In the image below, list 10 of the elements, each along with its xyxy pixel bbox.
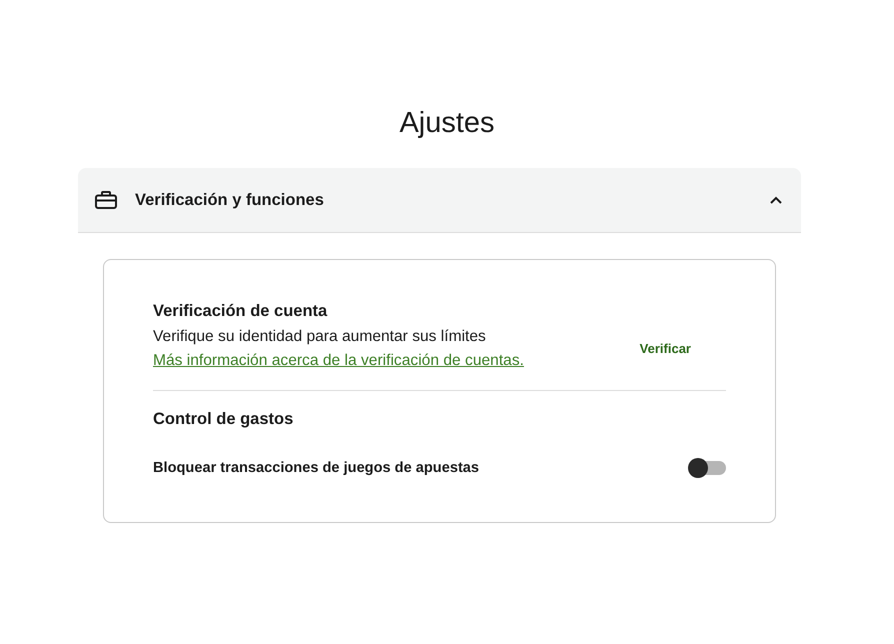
description-text: Verifique su identidad para aumentar sus límites bbox=[153, 327, 486, 347]
verify-button[interactable]: Verificar bbox=[628, 337, 703, 361]
briefcase-icon bbox=[95, 191, 117, 209]
toggle-switch[interactable] bbox=[688, 458, 726, 478]
section-heading: Verificación de cuenta bbox=[153, 301, 328, 322]
setting-label: Bloquear transacciones de juegos de apuestas bbox=[153, 459, 480, 478]
section-heading: Control de gastos bbox=[153, 409, 294, 430]
info-link[interactable]: Más información acerca de la verificación de cuentas. bbox=[153, 349, 524, 373]
accordion-header[interactable]: Verificación y funciones bbox=[78, 168, 801, 233]
page-title: Ajustes bbox=[399, 106, 495, 141]
